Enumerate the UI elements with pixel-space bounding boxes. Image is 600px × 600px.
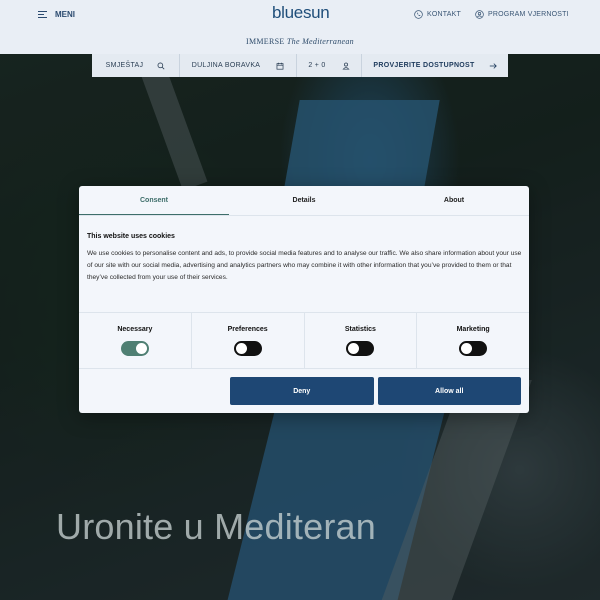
duration-field[interactable]: DULJINA BORAVKA <box>180 54 297 77</box>
calendar-icon <box>276 62 284 70</box>
consent-toggles: Necessary Preferences Statistics Marketi… <box>79 313 529 369</box>
toggle-label: Necessary <box>117 326 153 333</box>
guests-label: 2 + 0 <box>308 62 326 69</box>
loyalty-label: PROGRAM VJERNOSTI <box>488 10 569 18</box>
tab-consent[interactable]: Consent <box>79 186 229 215</box>
toggle-label: Statistics <box>344 326 376 333</box>
deny-button[interactable]: Deny <box>230 377 374 405</box>
check-availability-button[interactable]: PROVJERITE DOSTUPNOST <box>362 54 508 77</box>
tab-about[interactable]: About <box>379 186 529 215</box>
arrow-right-icon <box>489 62 497 69</box>
check-availability-label: PROVJERITE DOSTUPNOST <box>373 62 475 69</box>
logo[interactable]: bluesun <box>272 3 330 23</box>
tagline-suffix: The Mediterranean <box>286 37 354 46</box>
consent-title: This website uses cookies <box>87 233 175 240</box>
preferences-switch[interactable] <box>233 341 262 356</box>
hamburger-icon <box>38 10 47 18</box>
toggle-statistics: Statistics <box>305 313 418 368</box>
booking-bar: SMJEŠTAJ DULJINA BORAVKA 2 + 0 PROVJERIT… <box>92 54 508 77</box>
marketing-switch[interactable] <box>459 341 488 356</box>
toggle-label: Preferences <box>227 326 268 333</box>
statistics-switch[interactable] <box>346 341 375 356</box>
site-header: MENI bluesun KONTAKT PROGRAM VJERNOSTI I… <box>0 0 600 54</box>
guests-field[interactable]: 2 + 0 <box>297 54 362 77</box>
hero-title: Uronite u Mediteran <box>56 506 376 547</box>
loyalty-link[interactable]: PROGRAM VJERNOSTI <box>475 8 569 20</box>
person-icon <box>342 62 350 70</box>
toggle-preferences: Preferences <box>192 313 305 368</box>
allow-all-button[interactable]: Allow all <box>377 377 521 405</box>
toggle-label: Marketing <box>456 326 490 333</box>
search-icon <box>157 62 165 69</box>
tagline-prefix: IMMERSE <box>246 37 285 46</box>
phone-icon <box>414 9 423 19</box>
contact-label: KONTAKT <box>427 10 461 18</box>
duration-label: DULJINA BORAVKA <box>191 62 261 69</box>
consent-text: We use cookies to personalise content an… <box>87 250 522 281</box>
toggle-marketing: Marketing <box>417 313 529 368</box>
tab-details[interactable]: Details <box>229 186 379 215</box>
consent-actions: Deny Allow all <box>79 369 529 405</box>
consent-tabs: Consent Details About <box>79 186 529 216</box>
tagline: IMMERSE The Mediterranean <box>0 37 600 46</box>
cookie-consent-dialog: Consent Details About This website uses … <box>79 186 529 413</box>
necessary-switch[interactable] <box>120 341 149 356</box>
menu-button[interactable]: MENI <box>38 8 75 20</box>
accommodation-field[interactable]: SMJEŠTAJ <box>92 54 180 77</box>
user-circle-icon <box>475 9 484 19</box>
consent-body: This website uses cookies We use cookies… <box>79 216 529 313</box>
accommodation-label: SMJEŠTAJ <box>105 62 144 69</box>
menu-label: MENI <box>55 9 75 19</box>
contact-link[interactable]: KONTAKT <box>414 8 461 20</box>
toggle-necessary: Necessary <box>79 313 192 368</box>
